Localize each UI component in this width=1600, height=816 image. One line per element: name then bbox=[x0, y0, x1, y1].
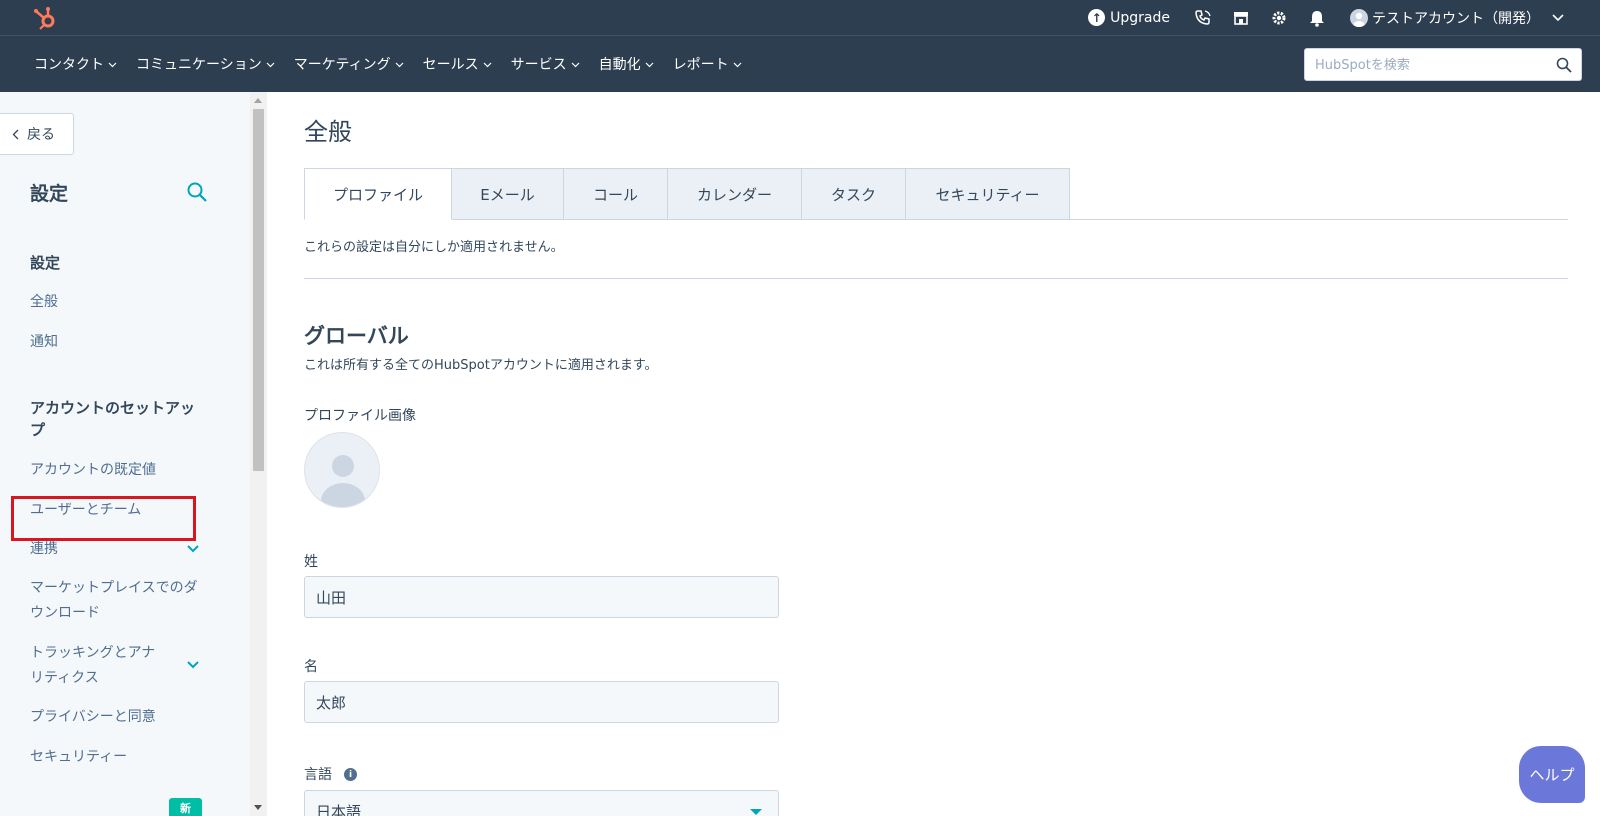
chevron-down-icon[interactable] bbox=[186, 542, 200, 556]
nav-label: コンタクト bbox=[34, 57, 104, 73]
upgrade-label: Upgrade bbox=[1110, 9, 1170, 26]
nav-item-automation[interactable]: 自動化 bbox=[599, 54, 654, 74]
back-button[interactable]: 戻る bbox=[0, 113, 74, 155]
scroll-down-arrow-icon[interactable] bbox=[254, 805, 262, 810]
settings-gear-icon[interactable] bbox=[1269, 8, 1289, 28]
profile-image-label: プロファイル画像 bbox=[304, 408, 416, 424]
back-label: 戻る bbox=[27, 127, 55, 143]
nav-label: サービス bbox=[510, 57, 567, 73]
chevron-down-icon bbox=[108, 62, 117, 67]
global-section-description: これは所有する全てのHubSpotアカウントに適用されます。 bbox=[304, 358, 658, 373]
help-button[interactable]: ヘルプ bbox=[1519, 746, 1585, 803]
nav-label: セールス bbox=[422, 57, 479, 73]
nav-label: コミュニケーション bbox=[136, 57, 262, 73]
account-name: テストアカウント（開発） bbox=[1372, 10, 1540, 27]
sidebar-item-privacy-consent[interactable]: プライバシーと同意 bbox=[30, 705, 200, 730]
caret-down-icon bbox=[750, 809, 762, 815]
sidebar-item-notifications[interactable]: 通知 bbox=[30, 330, 200, 355]
scroll-thumb[interactable] bbox=[253, 109, 264, 471]
nav-item-marketing[interactable]: マーケティング bbox=[294, 54, 404, 74]
scroll-up-arrow-icon[interactable] bbox=[254, 98, 262, 103]
section-settings: 設定 bbox=[30, 254, 61, 272]
last-name-label: 姓 bbox=[304, 554, 318, 570]
profile-image-avatar[interactable] bbox=[304, 432, 380, 508]
page-title: 全般 bbox=[304, 118, 352, 146]
nav-label: 自動化 bbox=[598, 57, 641, 73]
sidebar-item-general[interactable]: 全般 bbox=[30, 290, 200, 315]
sidebar-item-tracking-analytics[interactable]: トラッキングとアナリティクス bbox=[30, 641, 168, 691]
users-teams-highlight-box bbox=[11, 496, 196, 541]
nav-item-service[interactable]: サービス bbox=[511, 54, 580, 74]
tab-calendar[interactable]: カレンダー bbox=[668, 168, 802, 220]
info-icon[interactable]: i bbox=[344, 768, 357, 781]
marketplace-icon[interactable] bbox=[1231, 8, 1251, 28]
calling-icon[interactable] bbox=[1193, 8, 1213, 28]
tab-email[interactable]: Eメール bbox=[452, 168, 564, 220]
language-label: 言語 bbox=[304, 767, 332, 783]
last-name-field[interactable] bbox=[304, 576, 779, 618]
tab-profile[interactable]: プロファイル bbox=[304, 168, 452, 220]
tab-calling[interactable]: コール bbox=[564, 168, 668, 220]
chevron-down-icon[interactable] bbox=[186, 658, 200, 672]
nav-label: マーケティング bbox=[293, 57, 391, 73]
top-utility-bar: ↑ Upgrade テストアカウント（開発） bbox=[0, 0, 1600, 35]
chevron-down-icon bbox=[483, 62, 492, 67]
tab-description: これらの設定は自分にしか適用されません。 bbox=[304, 240, 564, 255]
settings-sidebar: 戻る 設定 設定 全般 通知 アカウントのセットアップ アカウントの既定値 ユー… bbox=[0, 92, 250, 816]
tab-security[interactable]: セキュリティー bbox=[906, 168, 1070, 220]
language-selected-value: 日本語 bbox=[316, 803, 362, 816]
global-search-input[interactable] bbox=[1315, 56, 1545, 74]
chevron-down-icon bbox=[395, 62, 404, 67]
chevron-down-icon bbox=[571, 62, 580, 67]
tab-tasks[interactable]: タスク bbox=[802, 168, 906, 220]
section-account-setup: アカウントのセットアップ bbox=[30, 399, 196, 439]
global-section-title: グローバル bbox=[304, 324, 409, 348]
chevron-down-icon bbox=[1552, 13, 1564, 21]
nav-item-conversations[interactable]: コミュニケーション bbox=[136, 54, 275, 74]
new-badge: 新 bbox=[169, 798, 202, 816]
language-select[interactable]: 日本語 bbox=[304, 790, 779, 816]
chevron-left-icon bbox=[12, 129, 19, 139]
upgrade-button[interactable]: ↑ Upgrade bbox=[1088, 9, 1170, 26]
sidebar-item-integrations[interactable]: 連携 bbox=[30, 537, 200, 562]
first-name-field[interactable] bbox=[304, 681, 779, 723]
nav-item-sales[interactable]: セールス bbox=[423, 54, 492, 74]
nav-items: コンタクト コミュニケーション マーケティング セールス サービス 自動化 レポ… bbox=[34, 36, 761, 92]
sidebar-item-security[interactable]: セキュリティー bbox=[30, 745, 200, 770]
chevron-down-icon bbox=[266, 62, 275, 67]
hubspot-logo-icon[interactable] bbox=[32, 4, 60, 32]
search-icon[interactable] bbox=[186, 181, 208, 203]
nav-item-contacts[interactable]: コンタクト bbox=[34, 54, 117, 74]
first-name-label: 名 bbox=[304, 659, 318, 675]
account-menu[interactable]: テストアカウント（開発） bbox=[1350, 8, 1564, 28]
sidebar-item-account-defaults[interactable]: アカウントの既定値 bbox=[30, 458, 200, 483]
chevron-down-icon bbox=[733, 62, 742, 67]
nav-label: レポート bbox=[672, 57, 729, 73]
sidebar-item-marketplace-downloads[interactable]: マーケットプレイスでのダウンロード bbox=[30, 576, 198, 626]
settings-tabs: プロファイル Eメール コール カレンダー タスク セキュリティー bbox=[304, 168, 1070, 220]
main-navigation: コンタクト コミュニケーション マーケティング セールス サービス 自動化 レポ… bbox=[0, 35, 1600, 92]
section-divider bbox=[304, 278, 1568, 279]
upgrade-arrow-icon: ↑ bbox=[1088, 9, 1106, 26]
chevron-down-icon bbox=[645, 62, 654, 67]
topbar-right-group: ↑ Upgrade テストアカウント（開発） bbox=[1088, 0, 1564, 35]
sidebar-title: 設定 bbox=[30, 183, 69, 205]
sidebar-scrollbar[interactable] bbox=[250, 92, 267, 816]
account-avatar-icon bbox=[1350, 8, 1368, 27]
search-icon[interactable] bbox=[1556, 57, 1572, 73]
global-search bbox=[1304, 48, 1582, 81]
user-placeholder-icon bbox=[321, 455, 365, 507]
notifications-bell-icon[interactable] bbox=[1307, 8, 1327, 28]
nav-item-reports[interactable]: レポート bbox=[673, 54, 742, 74]
main-content: 全般 プロファイル Eメール コール カレンダー タスク セキュリティー これら… bbox=[267, 92, 1600, 816]
